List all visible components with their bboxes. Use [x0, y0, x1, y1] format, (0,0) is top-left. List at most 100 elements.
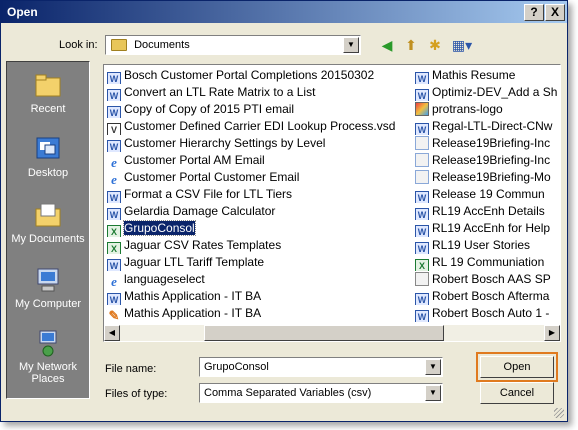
- file-type-label: Files of type:: [105, 388, 168, 400]
- chevron-down-icon[interactable]: ▼: [425, 359, 441, 375]
- file-name-text: Robert Bosch Auto 1 -: [432, 306, 550, 320]
- horizontal-scrollbar[interactable]: ◀ ▶: [104, 325, 560, 341]
- file-item[interactable]: W Copy of Copy of 2015 PTI email: [107, 101, 417, 118]
- word-file-icon: W: [415, 242, 429, 254]
- file-name-text: Release19Briefing-Mo: [432, 170, 551, 184]
- file-name-label: File name:: [105, 363, 157, 375]
- word-file-icon: W: [107, 72, 121, 84]
- file-list[interactable]: W Bosch Customer Portal Completions 20150…: [103, 64, 561, 342]
- word-file-icon: W: [415, 191, 429, 203]
- file-item[interactable]: W Robert Bosch Afterma: [415, 288, 560, 305]
- open-button[interactable]: Open: [476, 352, 558, 382]
- file-name-text: Copy of Copy of 2015 PTI email: [124, 102, 295, 116]
- file-item[interactable]: protrans-logo: [415, 101, 560, 118]
- file-item[interactable]: W Optimiz-DEV_Add a Sh: [415, 84, 560, 101]
- title-bar[interactable]: Open ? X: [1, 1, 567, 23]
- file-name-text: languageselect: [124, 272, 205, 286]
- view-menu-icon[interactable]: ▦▾: [449, 36, 475, 54]
- places-bar: Recent Desktop My Documents My Computer …: [6, 61, 90, 399]
- file-name-text: Customer Defined Carrier EDI Lookup Proc…: [124, 119, 396, 133]
- file-item[interactable]: W Format a CSV File for LTL Tiers: [107, 186, 417, 203]
- file-item[interactable]: W Regal-LTL-Direct-CNw: [415, 118, 560, 135]
- file-name-text: Bosch Customer Portal Completions 201503…: [124, 68, 375, 82]
- file-item[interactable]: W Convert an LTL Rate Matrix to a List: [107, 84, 417, 101]
- file-item[interactable]: Release19Briefing-Inc: [415, 135, 560, 152]
- file-item[interactable]: e Customer Portal AM Email: [107, 152, 417, 169]
- place-my-documents[interactable]: My Documents: [7, 200, 89, 245]
- file-item[interactable]: W Mathis Application - IT BA: [107, 288, 417, 305]
- word-file-icon: W: [107, 259, 121, 271]
- file-name-text: Optimiz-DEV_Add a Sh: [432, 85, 558, 99]
- word-file-icon: W: [107, 208, 121, 220]
- resize-grip[interactable]: [554, 408, 564, 418]
- file-item[interactable]: W Jaguar LTL Tariff Template: [107, 254, 417, 271]
- new-folder-icon[interactable]: ✱: [425, 36, 445, 54]
- scroll-left-icon[interactable]: ◀: [104, 325, 120, 341]
- place-label: Recent: [30, 103, 66, 115]
- file-item[interactable]: W RL19 User Stories: [415, 237, 560, 254]
- file-item[interactable]: X GrupoConsol: [107, 220, 417, 237]
- cancel-button[interactable]: Cancel: [480, 382, 554, 404]
- open-dialog: Open ? X Look in: Documents ▼ ◀ ⬆ ✱ ▦▾ R…: [0, 0, 568, 422]
- up-folder-icon[interactable]: ⬆: [401, 36, 421, 54]
- file-name-text: Release19Briefing-Inc: [432, 153, 551, 167]
- my-documents-icon: [35, 203, 61, 227]
- back-icon[interactable]: ◀: [377, 36, 397, 54]
- chevron-down-icon[interactable]: ▼: [425, 385, 441, 401]
- word-file-icon: W: [107, 140, 121, 152]
- file-type-select[interactable]: Comma Separated Variables (csv) ▼: [199, 383, 443, 403]
- web-file-icon: [415, 136, 429, 150]
- scroll-right-icon[interactable]: ▶: [544, 325, 560, 341]
- file-name-text: RL19 AccEnh for Help: [432, 221, 551, 235]
- file-item[interactable]: V Customer Defined Carrier EDI Lookup Pro…: [107, 118, 417, 135]
- pdf-file-icon: [415, 272, 429, 286]
- file-item[interactable]: W RL19 AccEnh Details: [415, 203, 560, 220]
- file-item[interactable]: W Mathis Resume: [415, 67, 560, 84]
- look-in-label: Look in:: [59, 39, 98, 51]
- excel-file-icon: X: [415, 259, 429, 271]
- file-name-text: RL19 User Stories: [432, 238, 531, 252]
- file-item[interactable]: W Customer Hierarchy Settings by Level: [107, 135, 417, 152]
- word-file-icon: W: [107, 191, 121, 203]
- file-name-text: RL 19 Communiation: [432, 255, 545, 269]
- visio-file-icon: V: [107, 123, 121, 135]
- word-file-icon: W: [107, 106, 121, 118]
- file-name-text: Release19Briefing-Inc: [432, 136, 551, 150]
- word-file-icon: W: [415, 72, 429, 84]
- look-in-value: Documents: [134, 39, 190, 51]
- file-name-text: RL19 AccEnh Details: [432, 204, 545, 218]
- file-item[interactable]: Release19Briefing-Mo: [415, 169, 560, 186]
- look-in-combo[interactable]: Documents ▼: [105, 35, 361, 55]
- file-item[interactable]: X RL 19 Communiation: [415, 254, 560, 271]
- file-type-value: Comma Separated Variables (csv): [204, 387, 372, 399]
- place-my-computer[interactable]: My Computer: [7, 265, 89, 310]
- file-item[interactable]: W RL19 AccEnh for Help: [415, 220, 560, 237]
- file-name-text: Customer Hierarchy Settings by Level: [124, 136, 326, 150]
- file-item[interactable]: Robert Bosch AAS SP: [415, 271, 560, 288]
- file-item[interactable]: ✎ Mathis Application - IT BA: [107, 305, 417, 322]
- file-item[interactable]: W Release 19 Commun: [415, 186, 560, 203]
- place-recent[interactable]: Recent: [7, 70, 89, 115]
- scrollbar-thumb[interactable]: [204, 325, 444, 341]
- file-item[interactable]: X Jaguar CSV Rates Templates: [107, 237, 417, 254]
- recent-folder-icon: [35, 74, 61, 97]
- excel-file-icon: X: [107, 225, 121, 237]
- file-name-text: Release 19 Commun: [432, 187, 545, 201]
- file-item[interactable]: e Customer Portal Customer Email: [107, 169, 417, 186]
- file-name-field[interactable]: GrupoConsol ▼: [199, 357, 443, 377]
- file-item[interactable]: W Robert Bosch Auto 1 -: [415, 305, 560, 322]
- close-button[interactable]: X: [545, 4, 565, 21]
- file-name-text: protrans-logo: [432, 102, 503, 116]
- file-item[interactable]: W Bosch Customer Portal Completions 20150…: [107, 67, 417, 84]
- file-item[interactable]: e languageselect: [107, 271, 417, 288]
- file-name-text: Customer Portal AM Email: [124, 153, 265, 167]
- chevron-down-icon[interactable]: ▼: [343, 37, 359, 53]
- file-item[interactable]: Release19Briefing-Inc: [415, 152, 560, 169]
- file-name-text: GrupoConsol: [123, 220, 196, 236]
- help-button[interactable]: ?: [524, 4, 544, 21]
- word-file-icon: W: [107, 293, 121, 305]
- place-my-network[interactable]: My Network Places: [7, 328, 89, 385]
- place-desktop[interactable]: Desktop: [7, 134, 89, 179]
- file-item[interactable]: W Gelardia Damage Calculator: [107, 203, 417, 220]
- place-label: Desktop: [27, 167, 69, 179]
